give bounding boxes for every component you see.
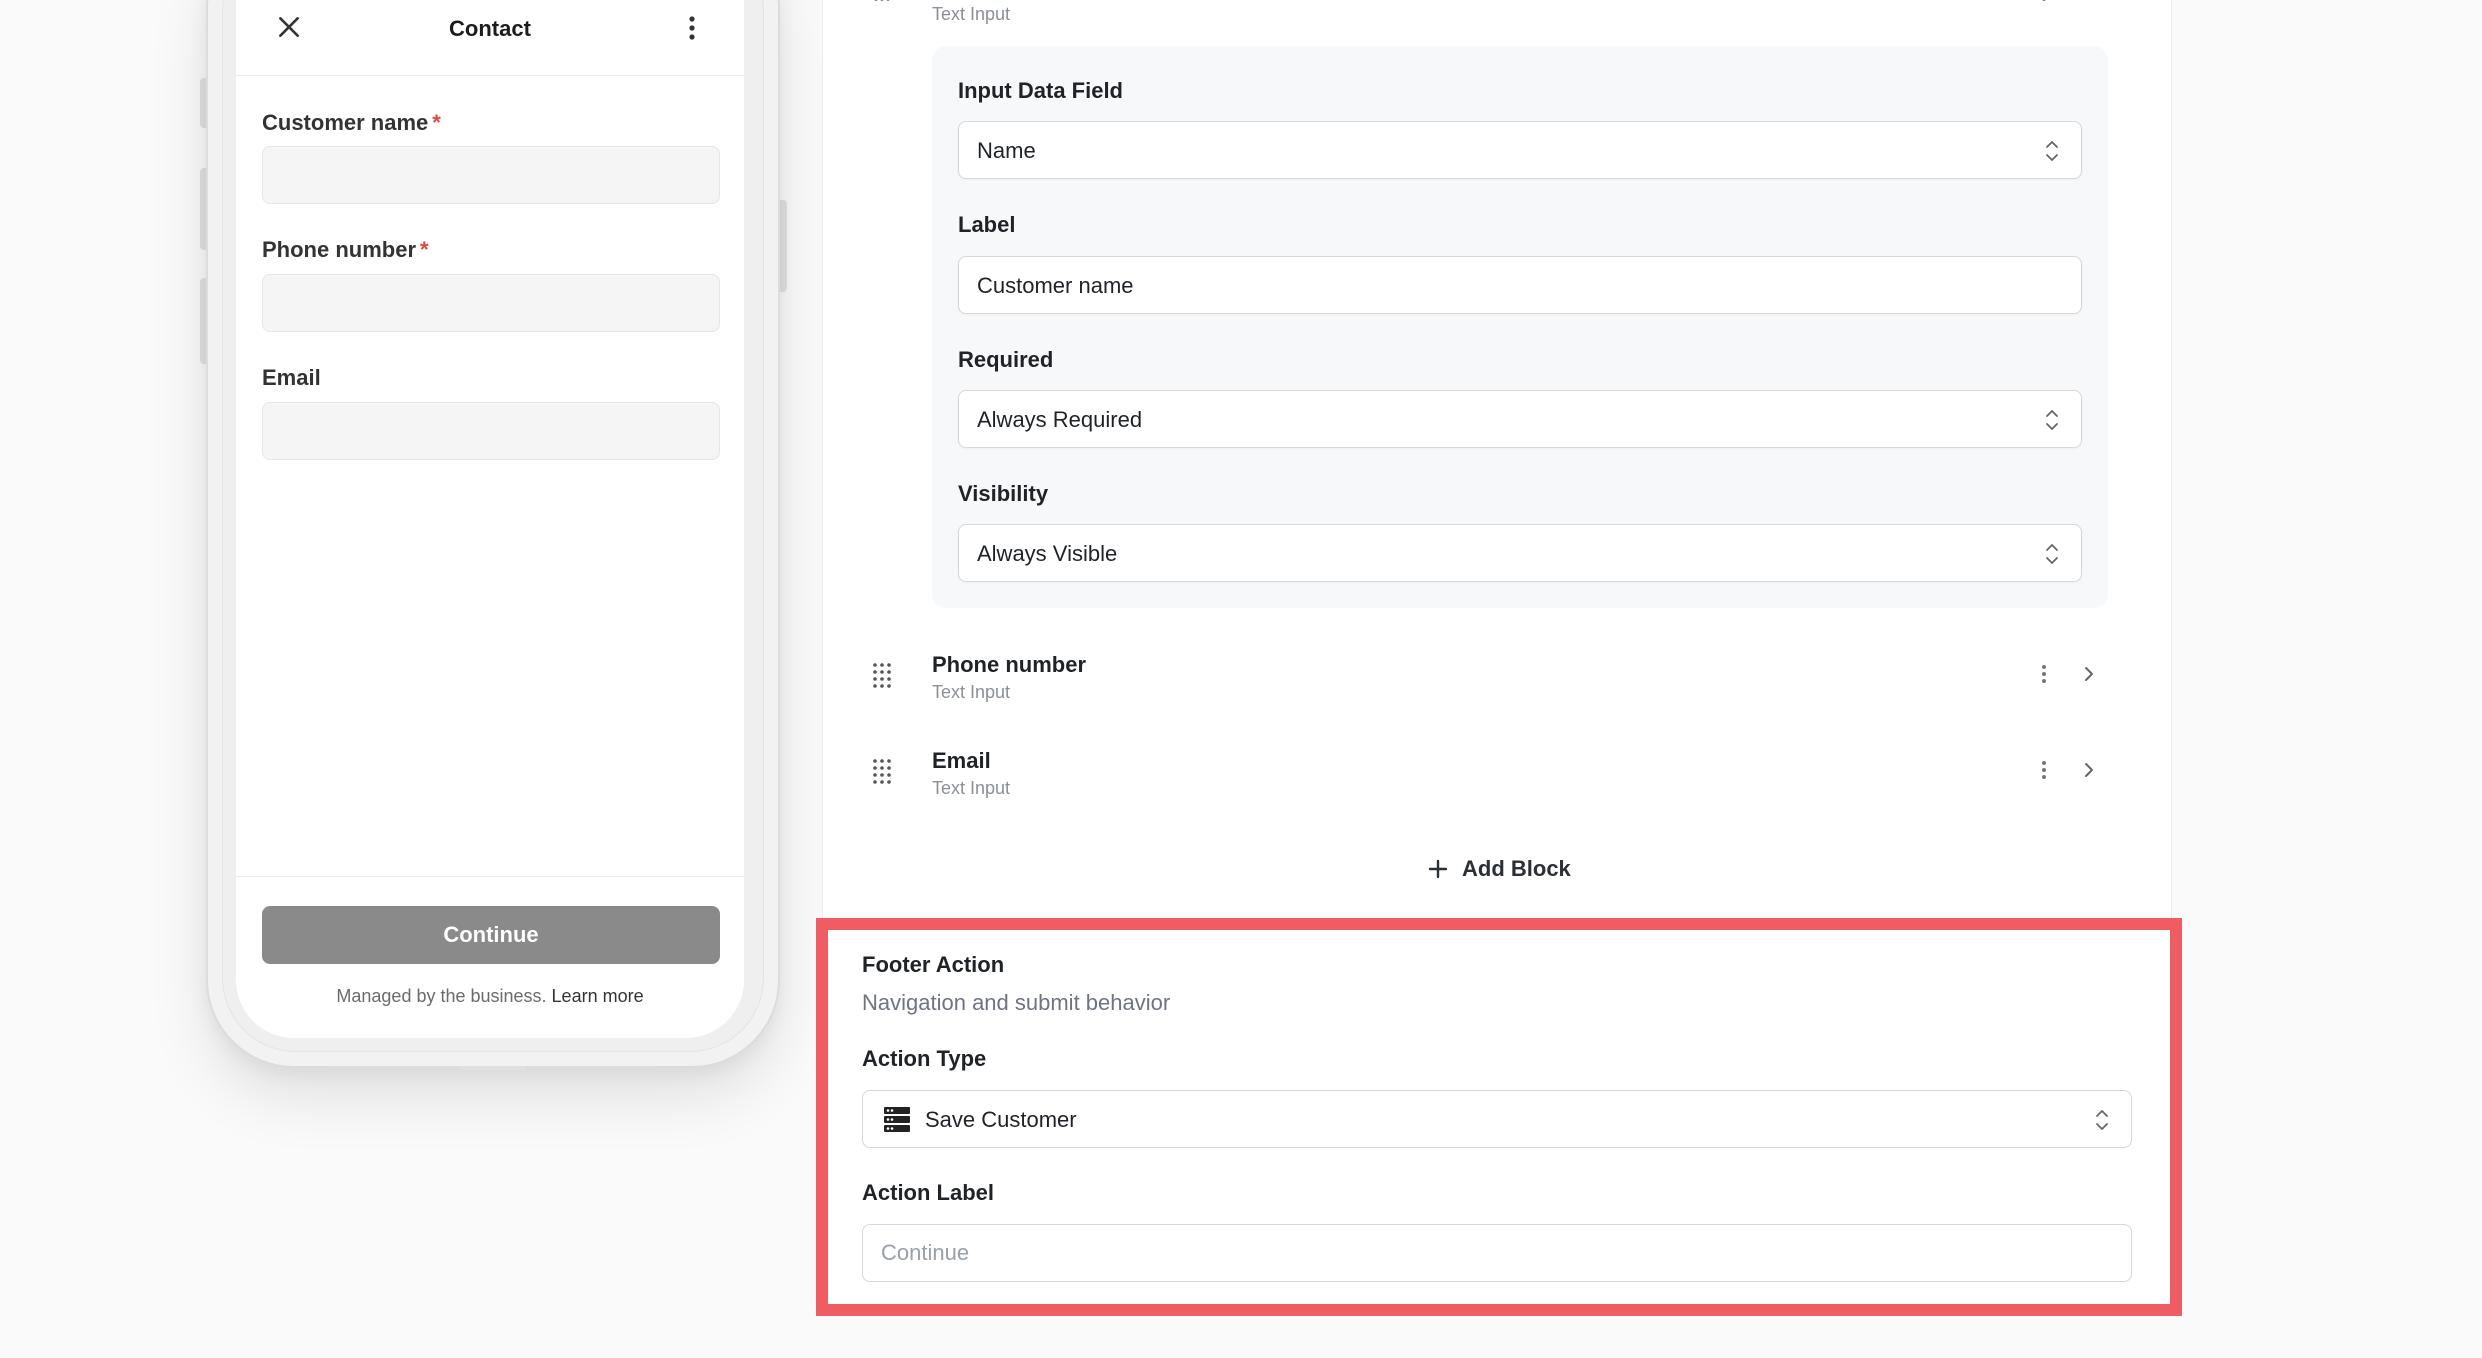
preview-managed-text: Managed by the business. Learn more — [336, 986, 644, 1006]
chevron-right-icon[interactable] — [2082, 0, 2096, 4]
more-vertical-icon[interactable] — [2040, 662, 2048, 686]
block-title: Phone number — [932, 652, 1087, 677]
select-value: Always Visible — [977, 541, 1118, 566]
add-block-button[interactable]: Add Block — [1428, 852, 1571, 886]
visibility-select[interactable]: Always Visible — [958, 524, 2082, 582]
block-title: Email — [932, 748, 991, 773]
block-subtitle: Text Input — [932, 682, 1011, 702]
footer-action-title: Footer Action — [862, 952, 1005, 977]
more-vertical-icon[interactable] — [688, 15, 696, 41]
add-block-label: Add Block — [1462, 856, 1571, 881]
required-field-label: Required — [958, 347, 1054, 372]
action-type-select[interactable]: Save Customer — [862, 1090, 2132, 1148]
more-vertical-icon[interactable] — [2040, 0, 2048, 4]
action-label-field[interactable] — [862, 1224, 2132, 1282]
block-subtitle: Text Input — [932, 4, 1011, 24]
chevron-right-icon[interactable] — [2082, 662, 2096, 686]
phone-preview-screen: Contact Customer name * Phone number * Ema… — [236, 0, 744, 1038]
action-type-label: Action Type — [862, 1046, 987, 1071]
preview-footer-divider — [236, 876, 744, 877]
action-label-input[interactable] — [863, 1225, 2131, 1281]
required-mark: * — [432, 110, 441, 135]
block-row-email[interactable]: Email Text Input — [870, 748, 2110, 818]
preview-email-input[interactable] — [262, 402, 720, 460]
preview-phone-number-input[interactable] — [262, 274, 720, 332]
chevron-up-down-icon — [2046, 544, 2058, 564]
input-data-field-select[interactable]: Name — [958, 121, 2082, 179]
select-value: Save Customer — [925, 1107, 1077, 1132]
input-data-field-label: Input Data Field — [958, 78, 1123, 103]
chevron-right-icon[interactable] — [2082, 758, 2096, 782]
drag-handle-icon[interactable] — [872, 662, 892, 688]
drag-handle-icon[interactable] — [872, 758, 892, 784]
drag-handle-icon[interactable] — [873, 0, 891, 4]
preview-email-label: Email — [262, 365, 321, 390]
chevron-up-down-icon — [2046, 410, 2058, 430]
chevron-up-down-icon — [2046, 141, 2058, 161]
preview-phone-number-label: Phone number * — [262, 237, 429, 262]
block-row-phone-number[interactable]: Phone number Text Input — [870, 652, 2110, 722]
visibility-field-label: Visibility — [958, 481, 1049, 506]
select-value: Name — [977, 138, 1036, 163]
learn-more-link[interactable]: Learn more — [552, 986, 644, 1006]
select-value: Always Required — [977, 407, 1143, 432]
action-label-label: Action Label — [862, 1180, 995, 1205]
required-mark: * — [420, 237, 429, 262]
preview-header: Contact — [236, 0, 744, 76]
footer-action-subtitle: Navigation and submit behavior — [862, 990, 1171, 1015]
chevron-up-down-icon — [2096, 1110, 2108, 1130]
server-database-icon — [884, 1107, 910, 1132]
preview-continue-button[interactable]: Continue — [262, 906, 720, 964]
phone-bottom-indicator — [460, 1066, 526, 1070]
label-field-label: Label — [958, 212, 1016, 237]
label-input[interactable]: Customer name — [958, 256, 2082, 314]
input-value: Customer name — [977, 273, 1134, 298]
preview-customer-name-input[interactable] — [262, 146, 720, 204]
block-subtitle: Text Input — [932, 778, 1011, 798]
preview-customer-name-label: Customer name * — [262, 110, 441, 135]
plus-icon — [1428, 859, 1448, 879]
preview-title: Contact — [449, 16, 531, 41]
more-vertical-icon[interactable] — [2040, 758, 2048, 782]
required-select[interactable]: Always Required — [958, 390, 2082, 448]
